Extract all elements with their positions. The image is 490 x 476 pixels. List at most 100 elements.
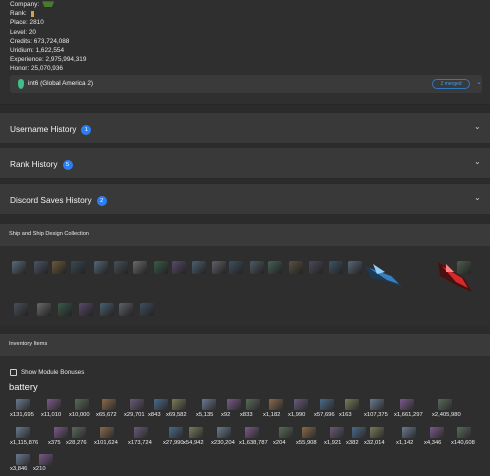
item-quantity: x65,672 <box>96 412 117 418</box>
item-icon[interactable] <box>130 399 144 410</box>
count-badge: 5 <box>62 160 73 170</box>
show-module-bonuses-checkbox[interactable] <box>10 369 17 376</box>
item-quantity: x1,115,876 <box>10 440 39 446</box>
ship-thumbnail[interactable] <box>52 261 66 274</box>
server-name: int6 (Global America 2) <box>28 80 93 87</box>
item-icon[interactable] <box>400 399 414 410</box>
item-icon[interactable] <box>72 427 86 438</box>
ship-thumbnail[interactable] <box>119 303 133 316</box>
item-icon[interactable] <box>217 427 231 438</box>
item-icon[interactable] <box>370 427 384 438</box>
item-icon[interactable] <box>294 399 308 410</box>
ships-panel-title: Ship and Ship Design Collection <box>9 231 89 237</box>
item-icon[interactable] <box>189 427 203 438</box>
item-icon[interactable] <box>16 454 30 465</box>
item-icon[interactable] <box>457 427 471 438</box>
item-icon[interactable] <box>134 427 148 438</box>
ship-thumbnail[interactable] <box>289 261 303 274</box>
item-icon[interactable] <box>75 399 89 410</box>
count-badge: 2 <box>96 196 107 206</box>
item-icon[interactable] <box>269 399 283 410</box>
chevron-down-icon[interactable]: ⌄ <box>474 193 481 202</box>
item-icon[interactable] <box>352 427 366 438</box>
ship-thumbnail[interactable] <box>14 303 28 316</box>
item-quantity: x1,990 <box>288 412 306 418</box>
ship-thumbnail[interactable] <box>309 261 323 274</box>
item-icon[interactable] <box>169 427 183 438</box>
item-quantity: x107,375 <box>364 412 388 418</box>
ship-thumbnail[interactable] <box>58 303 72 316</box>
item-icon[interactable] <box>39 454 53 465</box>
ship-thumbnail[interactable] <box>268 261 282 274</box>
ship-thumbnail[interactable] <box>133 261 147 274</box>
rank-history-accordion[interactable]: Rank History 5 ⌄ <box>0 147 490 179</box>
item-quantity: x131,695 <box>10 412 34 418</box>
item-quantity: x32,014 <box>364 440 385 446</box>
ship-thumbnail[interactable] <box>140 303 154 316</box>
show-module-bonuses-label[interactable]: Show Module Bonuses <box>21 369 84 376</box>
featured-ship-icon[interactable] <box>363 258 405 292</box>
ship-thumbnail[interactable] <box>12 261 26 274</box>
ship-thumbnail[interactable] <box>154 261 168 274</box>
ship-thumbnail[interactable] <box>79 303 93 316</box>
honor-value: Honor: 25,070,936 <box>10 65 63 73</box>
credits-value: Credits: 673,724,088 <box>10 37 70 45</box>
ship-thumbnail[interactable] <box>71 261 85 274</box>
ship-thumbnail[interactable] <box>37 303 51 316</box>
chevron-down-icon[interactable]: ⌄ <box>474 122 481 131</box>
username-history-accordion[interactable]: Username History 1 ⌄ <box>0 112 490 144</box>
item-icon[interactable] <box>102 399 116 410</box>
ship-thumbnail[interactable] <box>172 261 186 274</box>
item-icon[interactable] <box>54 427 68 438</box>
accordion-label: Rank History <box>10 159 58 169</box>
rank-label: Rank: <box>10 10 27 18</box>
ship-thumbnail[interactable] <box>212 261 226 274</box>
item-icon[interactable] <box>302 427 316 438</box>
item-icon[interactable] <box>245 427 259 438</box>
item-icon[interactable] <box>345 399 359 410</box>
item-icon[interactable] <box>154 399 168 410</box>
item-icon[interactable] <box>246 399 260 410</box>
item-icon[interactable] <box>430 427 444 438</box>
item-quantity: x11,010 <box>41 412 62 418</box>
item-quantity: x173,724 <box>128 440 152 446</box>
company-row: Company: <box>10 0 86 9</box>
item-icon[interactable] <box>402 427 416 438</box>
item-icon[interactable] <box>227 399 241 410</box>
merged-badge[interactable]: 2 merged <box>432 79 470 89</box>
chevron-down-icon[interactable]: ⌄ <box>476 78 482 86</box>
item-icon[interactable] <box>438 399 452 410</box>
item-icon[interactable] <box>330 427 344 438</box>
ship-thumbnail[interactable] <box>100 303 114 316</box>
item-quantity: x10,000 <box>69 412 90 418</box>
ship-thumbnail[interactable] <box>250 261 264 274</box>
item-icon[interactable] <box>16 427 30 438</box>
profile-card: Company: Rank: Place: 2810 Level: 20 Cre… <box>0 0 490 105</box>
ships-panel-header: Ship and Ship Design Collection <box>0 224 490 246</box>
ship-thumbnail[interactable] <box>457 261 471 274</box>
item-quantity: x382 <box>346 440 359 446</box>
rank-icon <box>30 10 34 17</box>
item-quantity: x1,638,787 <box>239 440 268 446</box>
discord-saves-accordion[interactable]: Discord Saves History 2 ⌄ <box>0 183 490 215</box>
ship-thumbnail[interactable] <box>114 261 128 274</box>
ship-thumbnail[interactable] <box>348 261 362 274</box>
ship-thumbnail[interactable] <box>192 261 206 274</box>
item-icon[interactable] <box>279 427 293 438</box>
item-icon[interactable] <box>320 399 334 410</box>
server-selector[interactable]: int6 (Global America 2) 2 merged ⌄ <box>10 75 482 93</box>
ship-thumbnail[interactable] <box>34 261 48 274</box>
chevron-down-icon[interactable]: ⌄ <box>474 157 481 166</box>
item-icon[interactable] <box>16 399 30 410</box>
item-icon[interactable] <box>100 427 114 438</box>
ship-thumbnail[interactable] <box>329 261 343 274</box>
item-icon[interactable] <box>47 399 61 410</box>
item-quantity: x140,608 <box>451 440 475 446</box>
ship-thumbnail[interactable] <box>94 261 108 274</box>
item-icon[interactable] <box>172 399 186 410</box>
item-icon[interactable] <box>370 399 384 410</box>
item-quantity: x833 <box>240 412 253 418</box>
ship-thumbnail[interactable] <box>229 261 243 274</box>
item-quantity: x28,276 <box>66 440 87 446</box>
item-icon[interactable] <box>202 399 216 410</box>
